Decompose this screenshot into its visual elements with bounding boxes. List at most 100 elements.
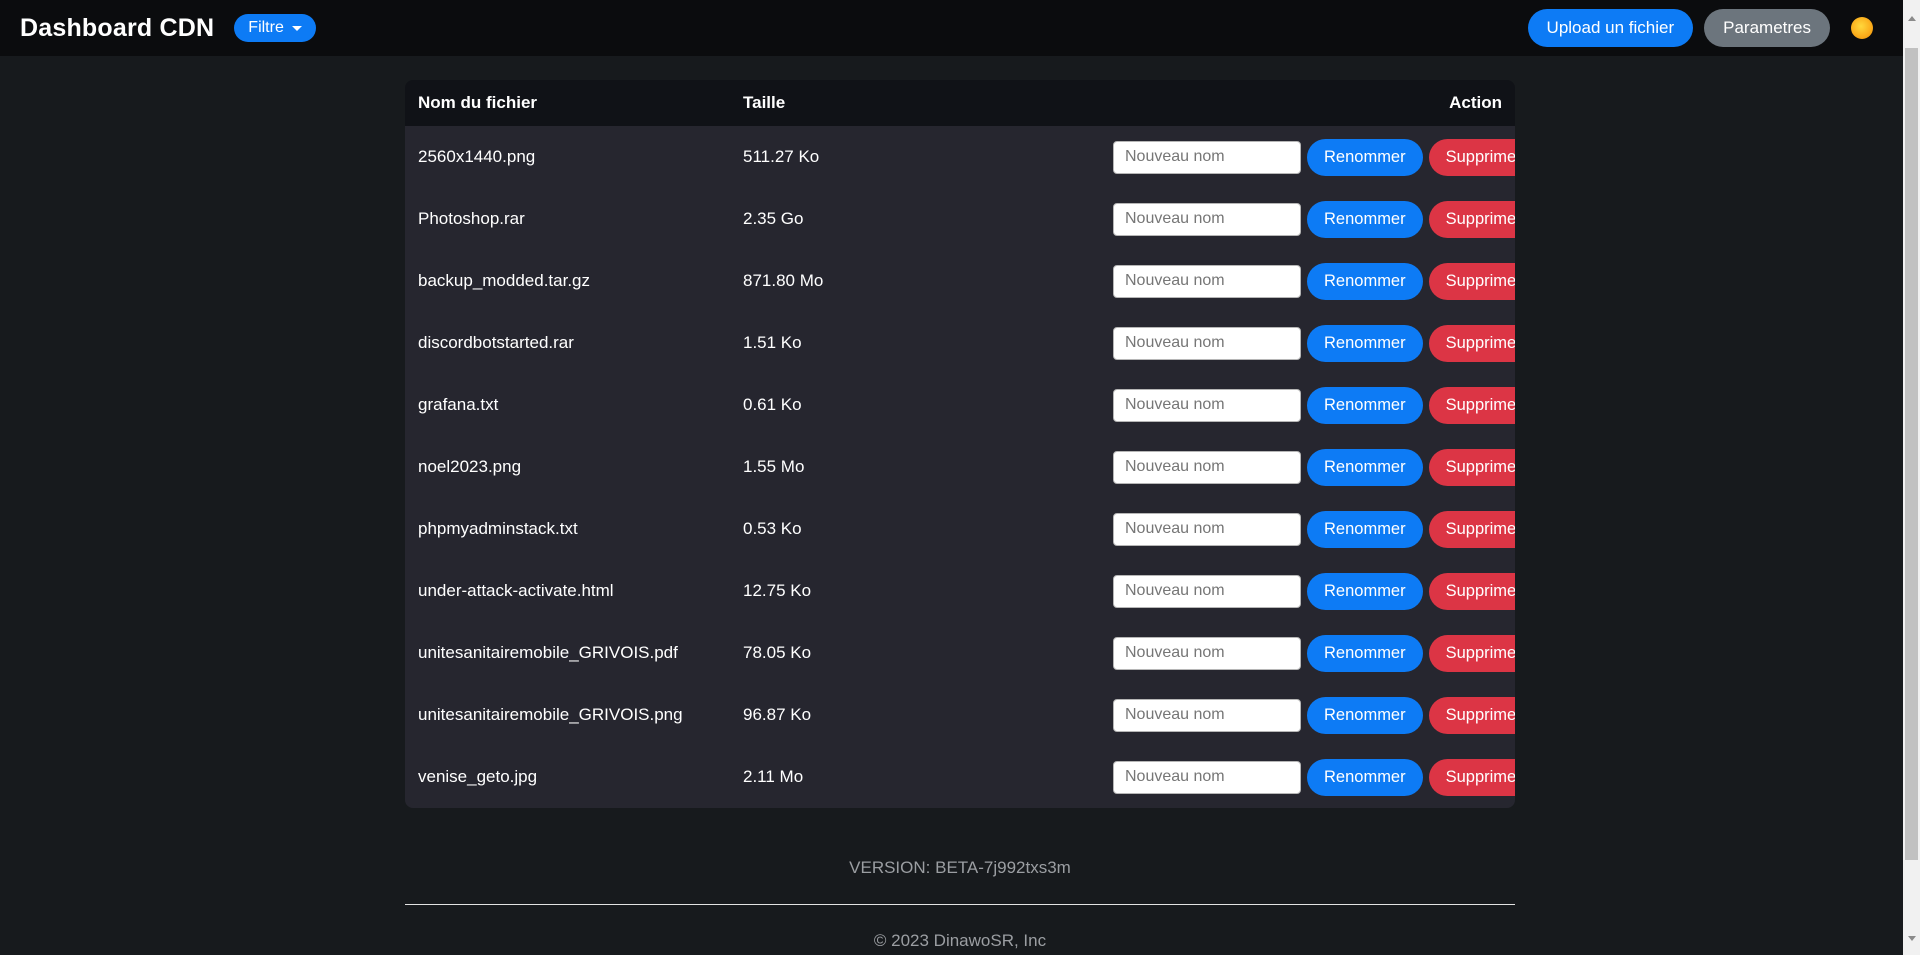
file-size: 2.35 Go xyxy=(743,209,1113,229)
version-text: VERSION: BETA-7j992txs3m xyxy=(0,858,1920,878)
caret-down-icon xyxy=(292,26,302,31)
upload-file-button[interactable]: Upload un fichier xyxy=(1528,9,1694,47)
rename-button[interactable]: Renommer xyxy=(1307,573,1423,610)
rename-button[interactable]: Renommer xyxy=(1307,511,1423,548)
file-name: under-attack-activate.html xyxy=(418,581,743,601)
scrollbar-thumb[interactable] xyxy=(1905,48,1918,860)
file-size: 1.55 Mo xyxy=(743,457,1113,477)
delete-button[interactable]: Supprimer xyxy=(1429,759,1515,796)
file-size: 0.53 Ko xyxy=(743,519,1113,539)
table-row: venise_geto.jpg 2.11 Mo Renommer Supprim… xyxy=(405,746,1515,808)
delete-button[interactable]: Supprimer xyxy=(1429,635,1515,672)
navbar: Dashboard CDN Filtre Upload un fichier P… xyxy=(0,0,1903,56)
brand-title: Dashboard CDN xyxy=(20,14,214,43)
file-size: 96.87 Ko xyxy=(743,705,1113,725)
row-actions: Renommer Supprimer Copier le lien xyxy=(1113,687,1515,743)
copyright-text: © 2023 DinawoSR, Inc xyxy=(0,931,1920,951)
table-row: unitesanitairemobile_GRIVOIS.pdf 78.05 K… xyxy=(405,622,1515,684)
delete-button[interactable]: Supprimer xyxy=(1429,325,1515,362)
file-table-header: Nom du fichier Taille Action xyxy=(405,80,1515,126)
row-actions: Renommer Supprimer Copier le lien xyxy=(1113,749,1515,805)
row-actions: Renommer Supprimer Copier le lien xyxy=(1113,191,1515,247)
rename-button[interactable]: Renommer xyxy=(1307,759,1423,796)
table-row: under-attack-activate.html 12.75 Ko Reno… xyxy=(405,560,1515,622)
settings-button[interactable]: Parametres xyxy=(1704,9,1830,47)
file-table-body: 2560x1440.png 511.27 Ko Renommer Supprim… xyxy=(405,126,1515,808)
column-header-name: Nom du fichier xyxy=(418,93,743,113)
navbar-right-group: Upload un fichier Parametres xyxy=(1528,9,1873,47)
table-row: phpmyadminstack.txt 0.53 Ko Renommer Sup… xyxy=(405,498,1515,560)
delete-button[interactable]: Supprimer xyxy=(1429,263,1515,300)
file-size: 0.61 Ko xyxy=(743,395,1113,415)
file-size: 871.80 Mo xyxy=(743,271,1113,291)
row-actions: Renommer Supprimer Copier le lien xyxy=(1113,315,1515,371)
scrollbar-up-arrow-icon[interactable] xyxy=(1903,10,1920,27)
delete-button[interactable]: Supprimer xyxy=(1429,387,1515,424)
rename-button[interactable]: Renommer xyxy=(1307,697,1423,734)
table-row: backup_modded.tar.gz 871.80 Mo Renommer … xyxy=(405,250,1515,312)
column-header-action: Action xyxy=(1113,93,1502,113)
new-name-input[interactable] xyxy=(1113,327,1301,360)
file-table-card: Nom du fichier Taille Action 2560x1440.p… xyxy=(405,80,1515,808)
rename-button[interactable]: Renommer xyxy=(1307,139,1423,176)
new-name-input[interactable] xyxy=(1113,389,1301,422)
row-actions: Renommer Supprimer Copier le lien xyxy=(1113,563,1515,619)
row-actions: Renommer Supprimer Copier le lien xyxy=(1113,129,1515,185)
delete-button[interactable]: Supprimer xyxy=(1429,573,1515,610)
new-name-input[interactable] xyxy=(1113,513,1301,546)
new-name-input[interactable] xyxy=(1113,203,1301,236)
column-header-size: Taille xyxy=(743,93,1113,113)
file-name: unitesanitairemobile_GRIVOIS.png xyxy=(418,705,743,725)
rename-button[interactable]: Renommer xyxy=(1307,263,1423,300)
main-content: Nom du fichier Taille Action 2560x1440.p… xyxy=(0,80,1920,951)
row-actions: Renommer Supprimer Copier le lien xyxy=(1113,625,1515,681)
delete-button[interactable]: Supprimer xyxy=(1429,201,1515,238)
new-name-input[interactable] xyxy=(1113,699,1301,732)
file-size: 511.27 Ko xyxy=(743,147,1113,167)
new-name-input[interactable] xyxy=(1113,637,1301,670)
new-name-input[interactable] xyxy=(1113,575,1301,608)
rename-button[interactable]: Renommer xyxy=(1307,325,1423,362)
file-name: Photoshop.rar xyxy=(418,209,743,229)
row-actions: Renommer Supprimer Copier le lien xyxy=(1113,439,1515,495)
file-name: phpmyadminstack.txt xyxy=(418,519,743,539)
delete-button[interactable]: Supprimer xyxy=(1429,511,1515,548)
delete-button[interactable]: Supprimer xyxy=(1429,697,1515,734)
new-name-input[interactable] xyxy=(1113,451,1301,484)
file-name: discordbotstarted.rar xyxy=(418,333,743,353)
file-size: 78.05 Ko xyxy=(743,643,1113,663)
table-row: grafana.txt 0.61 Ko Renommer Supprimer C… xyxy=(405,374,1515,436)
new-name-input[interactable] xyxy=(1113,141,1301,174)
file-name: 2560x1440.png xyxy=(418,147,743,167)
filter-dropdown-label: Filtre xyxy=(248,19,284,37)
file-name: backup_modded.tar.gz xyxy=(418,271,743,291)
footer-divider xyxy=(405,904,1515,905)
row-actions: Renommer Supprimer Copier le lien xyxy=(1113,501,1515,557)
table-row: discordbotstarted.rar 1.51 Ko Renommer S… xyxy=(405,312,1515,374)
file-size: 12.75 Ko xyxy=(743,581,1113,601)
filter-dropdown-button[interactable]: Filtre xyxy=(234,14,316,42)
file-size: 1.51 Ko xyxy=(743,333,1113,353)
file-name: venise_geto.jpg xyxy=(418,767,743,787)
file-name: noel2023.png xyxy=(418,457,743,477)
table-row: 2560x1440.png 511.27 Ko Renommer Supprim… xyxy=(405,126,1515,188)
scrollbar-down-arrow-icon[interactable] xyxy=(1903,930,1920,947)
row-actions: Renommer Supprimer Copier le lien xyxy=(1113,377,1515,433)
delete-button[interactable]: Supprimer xyxy=(1429,139,1515,176)
rename-button[interactable]: Renommer xyxy=(1307,201,1423,238)
sun-theme-toggle-icon[interactable] xyxy=(1851,17,1873,39)
scrollbar[interactable] xyxy=(1903,0,1920,955)
file-size: 2.11 Mo xyxy=(743,767,1113,787)
rename-button[interactable]: Renommer xyxy=(1307,387,1423,424)
new-name-input[interactable] xyxy=(1113,761,1301,794)
file-name: unitesanitairemobile_GRIVOIS.pdf xyxy=(418,643,743,663)
file-name: grafana.txt xyxy=(418,395,743,415)
rename-button[interactable]: Renommer xyxy=(1307,635,1423,672)
row-actions: Renommer Supprimer Copier le lien xyxy=(1113,253,1515,309)
new-name-input[interactable] xyxy=(1113,265,1301,298)
table-row: unitesanitairemobile_GRIVOIS.png 96.87 K… xyxy=(405,684,1515,746)
table-row: noel2023.png 1.55 Mo Renommer Supprimer … xyxy=(405,436,1515,498)
rename-button[interactable]: Renommer xyxy=(1307,449,1423,486)
delete-button[interactable]: Supprimer xyxy=(1429,449,1515,486)
table-row: Photoshop.rar 2.35 Go Renommer Supprimer… xyxy=(405,188,1515,250)
